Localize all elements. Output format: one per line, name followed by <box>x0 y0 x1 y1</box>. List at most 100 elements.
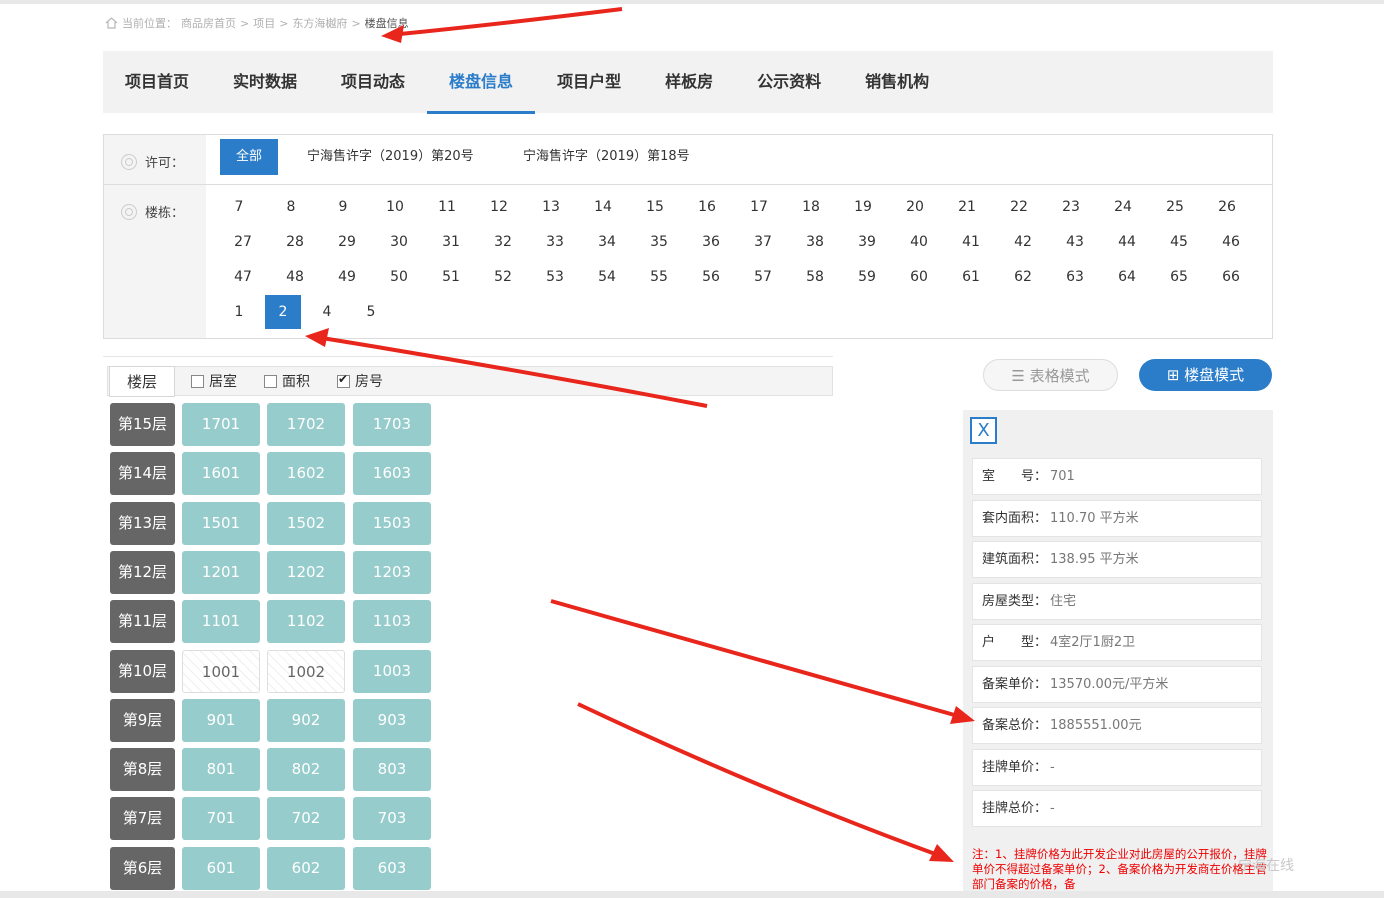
nav-tab-sales-agency[interactable]: 销售机构 <box>843 51 951 113</box>
unit-cell[interactable]: 1703 <box>353 403 431 446</box>
building-number[interactable]: 62 <box>1005 260 1041 294</box>
building-number[interactable]: 57 <box>745 260 781 294</box>
unit-cell[interactable]: 1203 <box>353 550 431 594</box>
unit-cell[interactable]: 1503 <box>353 501 431 545</box>
building-number[interactable]: 8 <box>273 190 309 224</box>
building-number[interactable]: 35 <box>641 225 677 259</box>
unit-cell[interactable]: 1103 <box>353 600 431 644</box>
breadcrumb-link-project[interactable]: 项目 <box>253 15 275 31</box>
building-number[interactable]: 23 <box>1053 190 1089 224</box>
building-number[interactable]: 31 <box>433 225 469 259</box>
building-number[interactable]: 7 <box>221 190 257 224</box>
unit-cell[interactable]: 902 <box>267 698 345 742</box>
building-number[interactable]: 41 <box>953 225 989 259</box>
building-number[interactable]: 44 <box>1109 225 1145 259</box>
building-number[interactable]: 11 <box>429 190 465 224</box>
unit-cell[interactable]: 603 <box>353 846 431 890</box>
close-button[interactable]: X <box>970 417 997 444</box>
checkbox-room-number[interactable]: 房号 <box>337 371 383 391</box>
building-number[interactable]: 30 <box>381 225 417 259</box>
building-number[interactable]: 66 <box>1213 260 1249 294</box>
building-number[interactable]: 52 <box>485 260 521 294</box>
nav-tab-project-home[interactable]: 项目首页 <box>103 51 211 113</box>
building-number[interactable]: 25 <box>1157 190 1193 224</box>
unit-cell[interactable]: 1501 <box>182 501 260 545</box>
building-number[interactable]: 1 <box>221 295 257 329</box>
permit-option[interactable]: 宁海售许字（2019）第20号 <box>307 139 474 175</box>
unit-cell[interactable]: 901 <box>182 698 260 742</box>
unit-cell[interactable]: 1102 <box>267 600 345 644</box>
building-number[interactable]: 58 <box>797 260 833 294</box>
floor-button[interactable]: 楼层 <box>109 366 175 397</box>
building-number[interactable]: 63 <box>1057 260 1093 294</box>
building-number[interactable]: 20 <box>897 190 933 224</box>
unit-cell[interactable]: 1201 <box>182 550 260 594</box>
building-number[interactable]: 28 <box>277 225 313 259</box>
building-number[interactable]: 10 <box>377 190 413 224</box>
checkbox-area[interactable]: 面积 <box>264 371 310 391</box>
building-number[interactable]: 49 <box>329 260 365 294</box>
nav-tab-building-info[interactable]: 楼盘信息 <box>427 51 536 114</box>
unit-cell[interactable]: 702 <box>267 797 345 841</box>
building-number[interactable]: 39 <box>849 225 885 259</box>
checkbox-rooms[interactable]: 居室 <box>191 371 237 391</box>
building-number[interactable]: 48 <box>277 260 313 294</box>
building-mode-button[interactable]: ⊞ 楼盘模式 <box>1139 359 1272 391</box>
unit-cell[interactable]: 1602 <box>267 452 345 496</box>
building-number[interactable]: 17 <box>741 190 777 224</box>
unit-cell[interactable]: 1702 <box>267 403 345 446</box>
building-number[interactable]: 19 <box>845 190 881 224</box>
building-number[interactable]: 43 <box>1057 225 1093 259</box>
breadcrumb-link-home[interactable]: 商品房首页 <box>181 15 236 31</box>
building-number[interactable]: 60 <box>901 260 937 294</box>
building-number[interactable]: 65 <box>1161 260 1197 294</box>
nav-tab-show-flat[interactable]: 样板房 <box>643 51 735 113</box>
unit-cell[interactable]: 903 <box>353 698 431 742</box>
building-number[interactable]: 27 <box>225 225 261 259</box>
unit-cell[interactable]: 1502 <box>267 501 345 545</box>
building-number[interactable]: 40 <box>901 225 937 259</box>
building-number[interactable]: 34 <box>589 225 625 259</box>
building-number[interactable]: 4 <box>309 295 345 329</box>
building-number[interactable]: 38 <box>797 225 833 259</box>
building-number[interactable]: 26 <box>1209 190 1245 224</box>
unit-cell-sold[interactable]: 1002 <box>267 649 345 693</box>
building-number[interactable]: 21 <box>949 190 985 224</box>
building-number[interactable]: 15 <box>637 190 673 224</box>
unit-cell[interactable]: 803 <box>353 748 431 792</box>
building-number[interactable]: 36 <box>693 225 729 259</box>
nav-tab-unit-types[interactable]: 项目户型 <box>535 51 643 113</box>
building-number[interactable]: 64 <box>1109 260 1145 294</box>
nav-tab-project-news[interactable]: 项目动态 <box>319 51 427 113</box>
building-number[interactable]: 22 <box>1001 190 1037 224</box>
building-number[interactable]: 29 <box>329 225 365 259</box>
building-number[interactable]: 54 <box>589 260 625 294</box>
unit-cell[interactable]: 602 <box>267 846 345 890</box>
unit-cell-sold[interactable]: 1001 <box>182 649 260 693</box>
building-number[interactable]: 33 <box>537 225 573 259</box>
permit-option-all[interactable]: 全部 <box>220 139 279 175</box>
unit-cell[interactable]: 1701 <box>182 403 260 446</box>
building-number[interactable]: 37 <box>745 225 781 259</box>
building-number[interactable]: 13 <box>533 190 569 224</box>
unit-cell[interactable]: 703 <box>353 797 431 841</box>
building-number[interactable]: 12 <box>481 190 517 224</box>
building-number[interactable]: 24 <box>1105 190 1141 224</box>
building-number[interactable]: 9 <box>325 190 361 224</box>
building-number[interactable]: 45 <box>1161 225 1197 259</box>
building-number[interactable]: 5 <box>353 295 389 329</box>
building-number[interactable]: 51 <box>433 260 469 294</box>
building-number[interactable]: 59 <box>849 260 885 294</box>
unit-cell[interactable]: 1603 <box>353 452 431 496</box>
building-number[interactable]: 2 <box>265 295 301 329</box>
building-number[interactable]: 46 <box>1213 225 1249 259</box>
checkbox-box-checked[interactable] <box>337 372 350 388</box>
building-number[interactable]: 47 <box>225 260 261 294</box>
unit-cell[interactable]: 1101 <box>182 600 260 644</box>
unit-cell[interactable]: 601 <box>182 846 260 890</box>
building-number[interactable]: 16 <box>689 190 725 224</box>
checkbox-box[interactable] <box>191 374 204 388</box>
unit-cell[interactable]: 1601 <box>182 452 260 496</box>
checkbox-box[interactable] <box>264 374 277 388</box>
building-number[interactable]: 55 <box>641 260 677 294</box>
